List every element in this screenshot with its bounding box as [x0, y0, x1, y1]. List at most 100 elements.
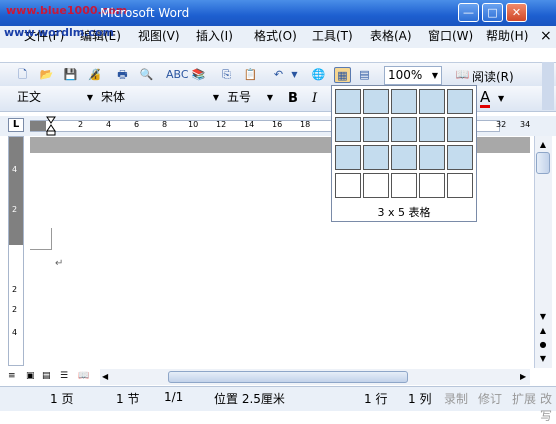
- status-line: 1 行: [364, 392, 388, 406]
- horizontal-scroll-thumb[interactable]: [168, 371, 408, 383]
- spelling-icon[interactable]: ABC: [166, 67, 189, 83]
- zoom-select[interactable]: 100% ▼: [384, 66, 442, 85]
- status-position: 位置 2.5厘米: [214, 392, 285, 406]
- status-overtype[interactable]: 改写: [540, 390, 556, 424]
- vertical-scroll-thumb[interactable]: [536, 152, 550, 174]
- tab-selector[interactable]: L: [8, 118, 24, 132]
- font-color-button[interactable]: A: [480, 89, 491, 108]
- close-button[interactable]: ✕: [506, 3, 527, 22]
- research-icon[interactable]: 📚: [190, 67, 207, 83]
- paragraph-mark: ↵: [55, 258, 64, 269]
- ruler-tick: 34: [520, 120, 531, 129]
- table-grid-cell[interactable]: [391, 173, 417, 198]
- font-value: 宋体: [101, 90, 126, 104]
- menu-view[interactable]: 视图(V): [138, 26, 180, 48]
- ruler-tick: 12: [216, 120, 227, 129]
- save-icon[interactable]: 💾: [62, 67, 79, 83]
- print-view-icon[interactable]: ▤: [42, 371, 51, 381]
- insert-excel-icon[interactable]: ▤: [356, 67, 373, 83]
- menu-insert[interactable]: 插入(I): [196, 26, 233, 48]
- font-color-dropdown-icon[interactable]: ▼: [498, 94, 504, 103]
- table-grid-cell[interactable]: [447, 117, 473, 142]
- print-icon[interactable]: 🖶: [114, 67, 131, 83]
- table-grid-cell[interactable]: [447, 89, 473, 114]
- table-grid-cell[interactable]: [419, 145, 445, 170]
- table-grid-cell[interactable]: [335, 173, 361, 198]
- undo-dropdown-icon[interactable]: ▼: [286, 67, 303, 83]
- chevron-down-icon: ▼: [86, 93, 93, 102]
- reading-view-icon[interactable]: 📖: [78, 371, 89, 381]
- table-grid-cell[interactable]: [335, 89, 361, 114]
- table-grid-cell[interactable]: [419, 173, 445, 198]
- table-grid-cell[interactable]: [419, 89, 445, 114]
- ruler-tick: 4: [106, 120, 112, 129]
- table-grid-cell[interactable]: [363, 145, 389, 170]
- outline-view-icon[interactable]: ☰: [60, 371, 68, 381]
- minimize-button[interactable]: —: [458, 3, 479, 22]
- maximize-button[interactable]: □: [482, 3, 503, 22]
- status-extend[interactable]: 扩展: [512, 390, 536, 407]
- status-column: 1 列: [408, 392, 432, 406]
- ruler-margin-left: [30, 121, 46, 131]
- status-record[interactable]: 录制: [444, 390, 468, 407]
- open-folder-icon[interactable]: 📂: [38, 67, 55, 83]
- print-preview-icon[interactable]: 🔍: [138, 67, 155, 83]
- read-mode-icon[interactable]: 📖: [454, 67, 471, 83]
- table-grid-cell[interactable]: [391, 145, 417, 170]
- insert-table-icon[interactable]: ▦: [334, 67, 351, 83]
- normal-view-icon[interactable]: ≡: [8, 371, 16, 381]
- permission-icon[interactable]: 🔏: [86, 67, 103, 83]
- status-pages: 1/1: [164, 390, 184, 404]
- menu-tools[interactable]: 工具(T): [312, 26, 353, 48]
- table-grid-cell[interactable]: [363, 173, 389, 198]
- chevron-down-icon: ▼: [266, 93, 273, 102]
- prev-page-icon[interactable]: ▲: [536, 326, 550, 338]
- scroll-left-icon[interactable]: ◀: [102, 372, 108, 381]
- toolbar-options-icon[interactable]: [542, 62, 554, 110]
- table-grid-cell[interactable]: [447, 145, 473, 170]
- menu-table[interactable]: 表格(A): [370, 26, 412, 48]
- ruler-tick: 8: [162, 120, 168, 129]
- table-grid-cell[interactable]: [391, 117, 417, 142]
- vruler-tick: 2: [12, 285, 18, 294]
- scroll-right-icon[interactable]: ▶: [520, 372, 526, 381]
- status-page: 1 页: [50, 392, 74, 406]
- font-select[interactable]: 宋体 ▼: [98, 89, 222, 108]
- menu-window[interactable]: 窗口(W): [428, 26, 473, 48]
- new-document-icon[interactable]: 🗋: [14, 67, 31, 83]
- status-track[interactable]: 修订: [478, 390, 502, 407]
- italic-button[interactable]: I: [312, 91, 317, 106]
- table-grid-cell[interactable]: [419, 117, 445, 142]
- zoom-value: 100%: [388, 68, 423, 82]
- scroll-up-icon[interactable]: ▲: [536, 138, 550, 152]
- web-view-icon[interactable]: ▣: [26, 371, 35, 381]
- table-grid-cell[interactable]: [363, 89, 389, 114]
- table-grid-cell[interactable]: [335, 145, 361, 170]
- table-grid-cell[interactable]: [335, 117, 361, 142]
- hyperlink-icon[interactable]: 🌐: [310, 67, 327, 83]
- vruler-tick: 2: [12, 305, 18, 314]
- font-size-select[interactable]: 五号 ▼: [224, 89, 276, 108]
- copy-icon[interactable]: ⎘: [218, 67, 235, 83]
- paste-icon[interactable]: 📋: [242, 67, 259, 83]
- style-value: 正文: [17, 90, 42, 104]
- table-grid-cell[interactable]: [363, 117, 389, 142]
- scroll-down-icon[interactable]: ▼: [536, 312, 550, 324]
- table-grid-cell[interactable]: [391, 89, 417, 114]
- vruler-tick: 2: [12, 205, 18, 214]
- ruler-tick: 18: [300, 120, 311, 129]
- table-grid-cell[interactable]: [447, 173, 473, 198]
- font-size-value: 五号: [227, 90, 252, 104]
- next-page-icon[interactable]: ▼: [536, 354, 550, 366]
- menu-format[interactable]: 格式(O): [254, 26, 297, 48]
- undo-icon[interactable]: ↶: [270, 67, 287, 83]
- vertical-scrollbar[interactable]: ▲ ▼ ▲ ● ▼: [534, 136, 552, 368]
- menu-close-doc[interactable]: ×: [540, 26, 552, 48]
- menu-help[interactable]: 帮助(H): [486, 26, 528, 48]
- style-select[interactable]: 正文 ▼: [14, 89, 96, 108]
- indent-marker-icon[interactable]: [46, 116, 56, 136]
- bold-button[interactable]: B: [288, 91, 298, 106]
- read-mode-button[interactable]: 阅读(R): [472, 68, 514, 85]
- status-section: 1 节: [116, 392, 140, 406]
- select-browse-object-icon[interactable]: ●: [536, 340, 550, 352]
